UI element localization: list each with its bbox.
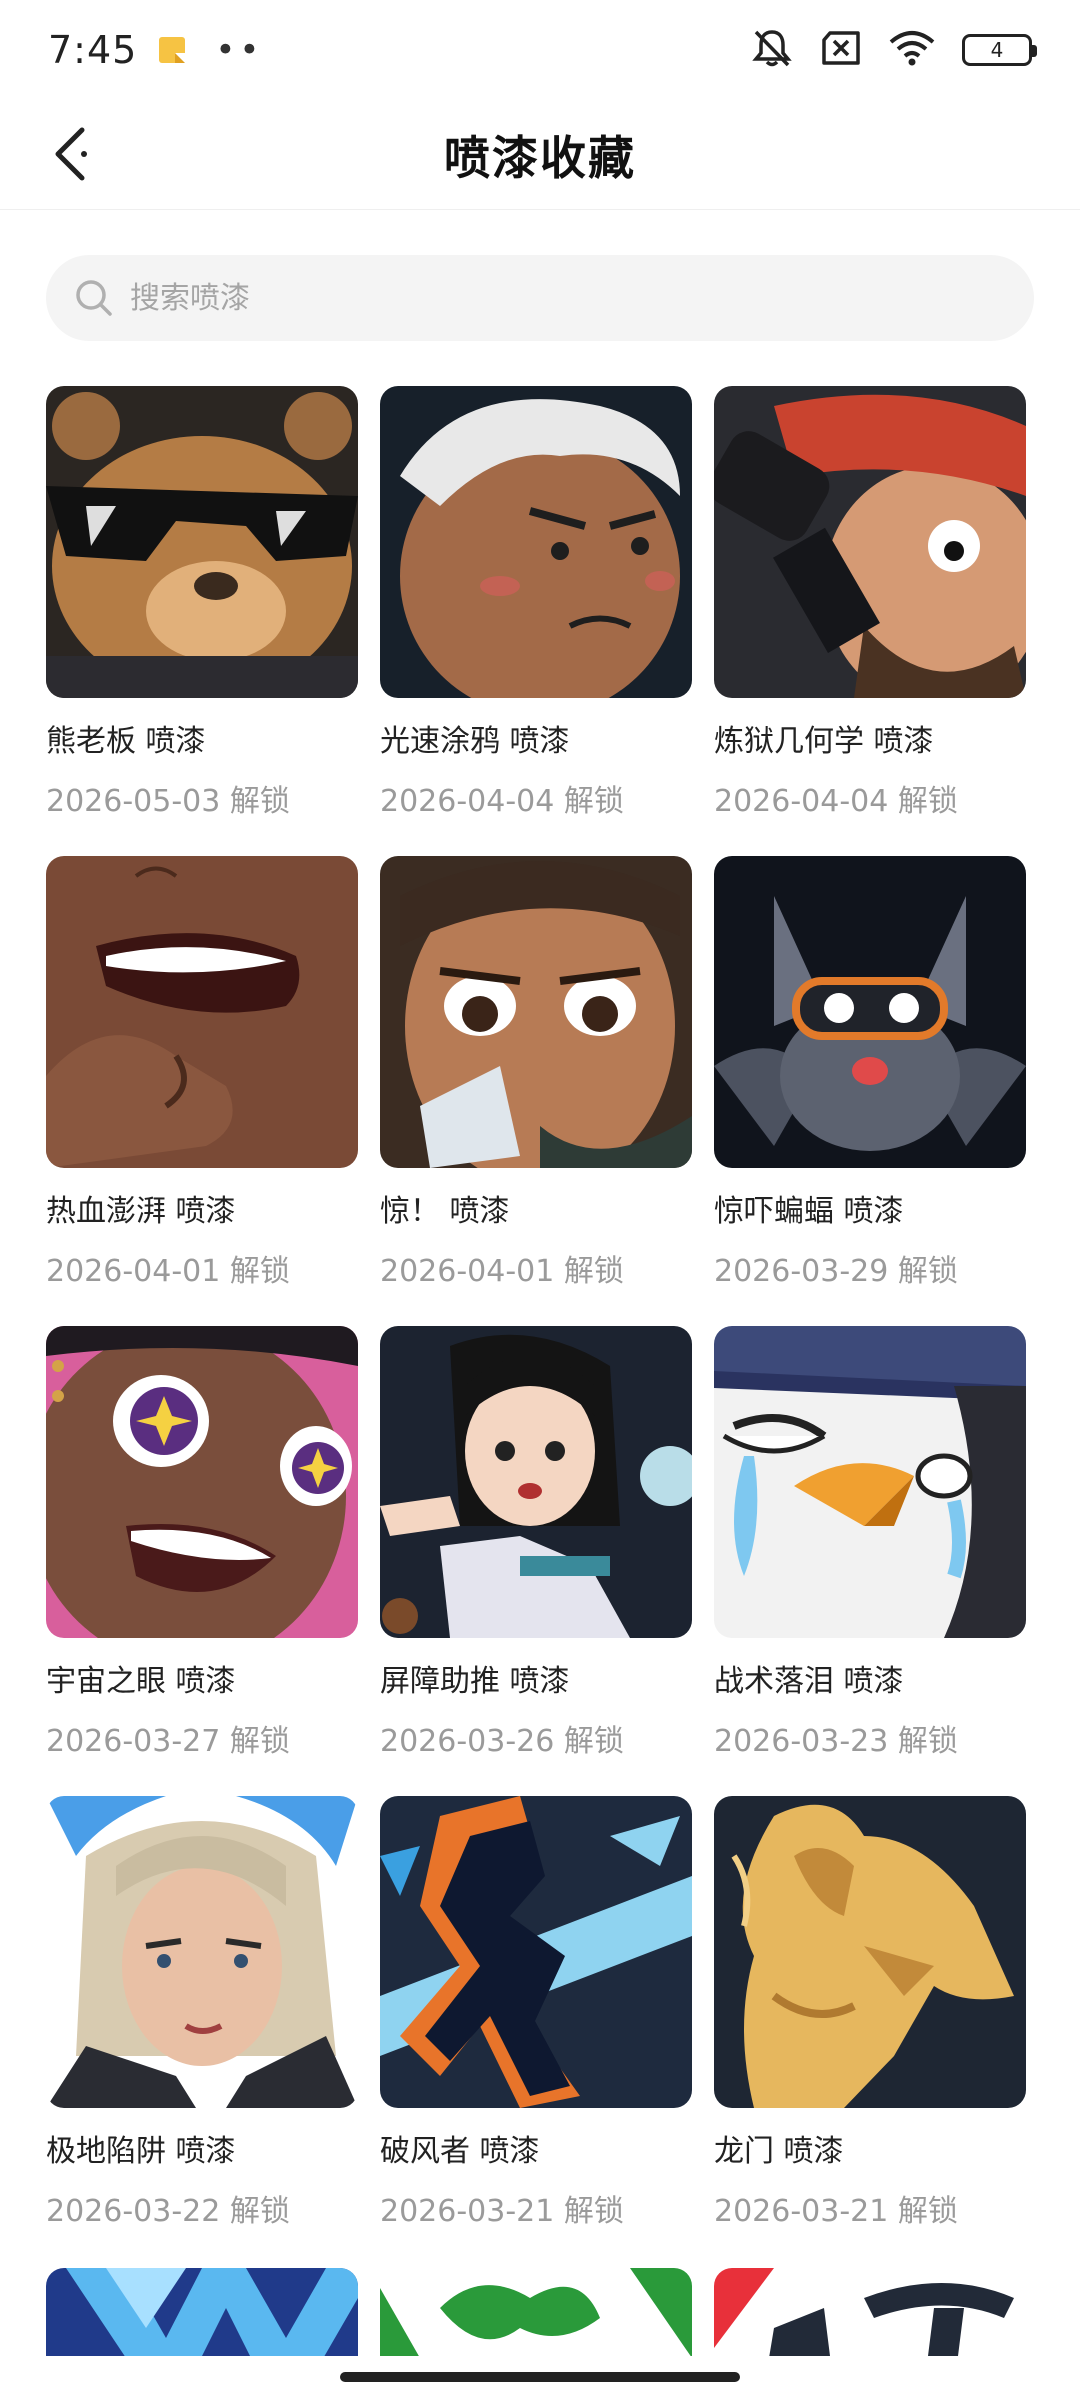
spray-card-partial[interactable] — [46, 2268, 358, 2356]
spray-name: 龙门 喷漆 — [714, 2134, 844, 2169]
spray-unlock-date: 2026-03-22 解锁 — [46, 2194, 290, 2229]
spray-name: 宇宙之眼 喷漆 — [46, 1664, 236, 1699]
spray-card[interactable]: 光速涂鸦 喷漆 2026-04-04 解锁 — [380, 386, 692, 822]
spray-name: 惊吓蝙蝠 喷漆 — [714, 1194, 904, 1229]
spray-card[interactable]: 极地陷阱 喷漆 2026-03-22 解锁 — [46, 1796, 358, 2232]
spray-unlock-date: 2026-03-23 解锁 — [714, 1724, 958, 1759]
sim-off-icon — [820, 30, 862, 70]
spray-hot-blooded-image — [46, 856, 358, 1168]
spray-name: 屏障助推 喷漆 — [380, 1664, 570, 1699]
spray-card[interactable]: 惊！ 喷漆 2026-04-01 解锁 — [380, 856, 692, 1292]
partial-row — [46, 2268, 1034, 2356]
spray-name: 战术落泪 喷漆 — [714, 1664, 904, 1699]
battery-level: 4 — [990, 38, 1004, 62]
spray-card[interactable]: 战术落泪 喷漆 2026-03-23 解锁 — [714, 1326, 1026, 1762]
notification-note-icon — [159, 37, 186, 63]
status-bar: 7:45 •• 4 — [0, 0, 1080, 100]
spray-unlock-date: 2026-03-26 解锁 — [380, 1724, 624, 1759]
more-dots-icon: •• — [215, 30, 264, 70]
search-icon — [76, 280, 112, 316]
spray-card[interactable]: 热血澎湃 喷漆 2026-04-01 解锁 — [46, 856, 358, 1292]
spray-scared-bat-image — [714, 856, 1026, 1168]
mute-icon — [750, 28, 794, 72]
spray-grid: 熊老板 喷漆 2026-05-03 解锁 光速涂鸦 喷漆 2026-04-04 … — [46, 386, 1034, 2232]
spray-card[interactable]: 炼狱几何学 喷漆 2026-04-04 解锁 — [714, 386, 1026, 822]
spray-cosmic-eye-image — [46, 1326, 358, 1638]
spray-unlock-date: 2026-04-01 解锁 — [380, 1254, 624, 1289]
spray-unlock-date: 2026-04-04 解锁 — [380, 784, 624, 819]
spray-card[interactable]: 惊吓蝙蝠 喷漆 2026-03-29 解锁 — [714, 856, 1026, 1292]
spray-name: 惊！ 喷漆 — [380, 1194, 510, 1229]
spray-bear-boss-image — [46, 386, 358, 698]
search-bar[interactable] — [46, 255, 1034, 341]
spray-card[interactable]: 宇宙之眼 喷漆 2026-03-27 解锁 — [46, 1326, 358, 1762]
spray-unlock-date: 2026-05-03 解锁 — [46, 784, 290, 819]
spray-unlock-date: 2026-03-27 解锁 — [46, 1724, 290, 1759]
spray-card-partial[interactable] — [714, 2268, 1026, 2356]
spray-name: 光速涂鸦 喷漆 — [380, 724, 570, 759]
spray-card-partial[interactable] — [380, 2268, 692, 2356]
spray-name: 炼狱几何学 喷漆 — [714, 724, 934, 759]
spray-barrier-boost-image — [380, 1326, 692, 1638]
spray-name: 极地陷阱 喷漆 — [46, 2134, 236, 2169]
battery-icon: 4 — [962, 34, 1037, 66]
spray-card[interactable]: 熊老板 喷漆 2026-05-03 解锁 — [46, 386, 358, 822]
back-button[interactable] — [30, 114, 110, 194]
spray-dragon-gate-image — [714, 1796, 1026, 2108]
spray-card[interactable]: 破风者 喷漆 2026-03-21 解锁 — [380, 1796, 692, 2232]
spray-wind-breaker-image — [380, 1796, 692, 2108]
spray-startled-image — [380, 856, 692, 1168]
spray-name: 热血澎湃 喷漆 — [46, 1194, 236, 1229]
spray-card[interactable]: 屏障助推 喷漆 2026-03-26 解锁 — [380, 1326, 692, 1762]
wifi-icon — [888, 30, 936, 70]
spray-unlock-date: 2026-04-01 解锁 — [46, 1254, 290, 1289]
spray-unlock-date: 2026-04-04 解锁 — [714, 784, 958, 819]
spray-light-speed-graffiti-image — [380, 386, 692, 698]
search-input[interactable] — [130, 280, 1010, 316]
status-icons: 4 — [750, 28, 1037, 72]
back-arrow-icon — [55, 127, 87, 181]
spray-name: 熊老板 喷漆 — [46, 724, 206, 759]
spray-unlock-date: 2026-03-21 解锁 — [380, 2194, 624, 2229]
spray-tactical-tears-image — [714, 1326, 1026, 1638]
home-indicator[interactable] — [340, 2372, 740, 2382]
spray-unlock-date: 2026-03-29 解锁 — [714, 1254, 958, 1289]
spray-purgatory-geometry-image — [714, 386, 1026, 698]
spray-card[interactable]: 龙门 喷漆 2026-03-21 解锁 — [714, 1796, 1026, 2232]
page-title: 喷漆收藏 — [444, 130, 636, 185]
status-time: 7:45 — [48, 28, 138, 72]
spray-polar-trap-image — [46, 1796, 358, 2108]
spray-name: 破风者 喷漆 — [380, 2134, 540, 2169]
header: 喷漆收藏 — [0, 100, 1080, 210]
spray-unlock-date: 2026-03-21 解锁 — [714, 2194, 958, 2229]
